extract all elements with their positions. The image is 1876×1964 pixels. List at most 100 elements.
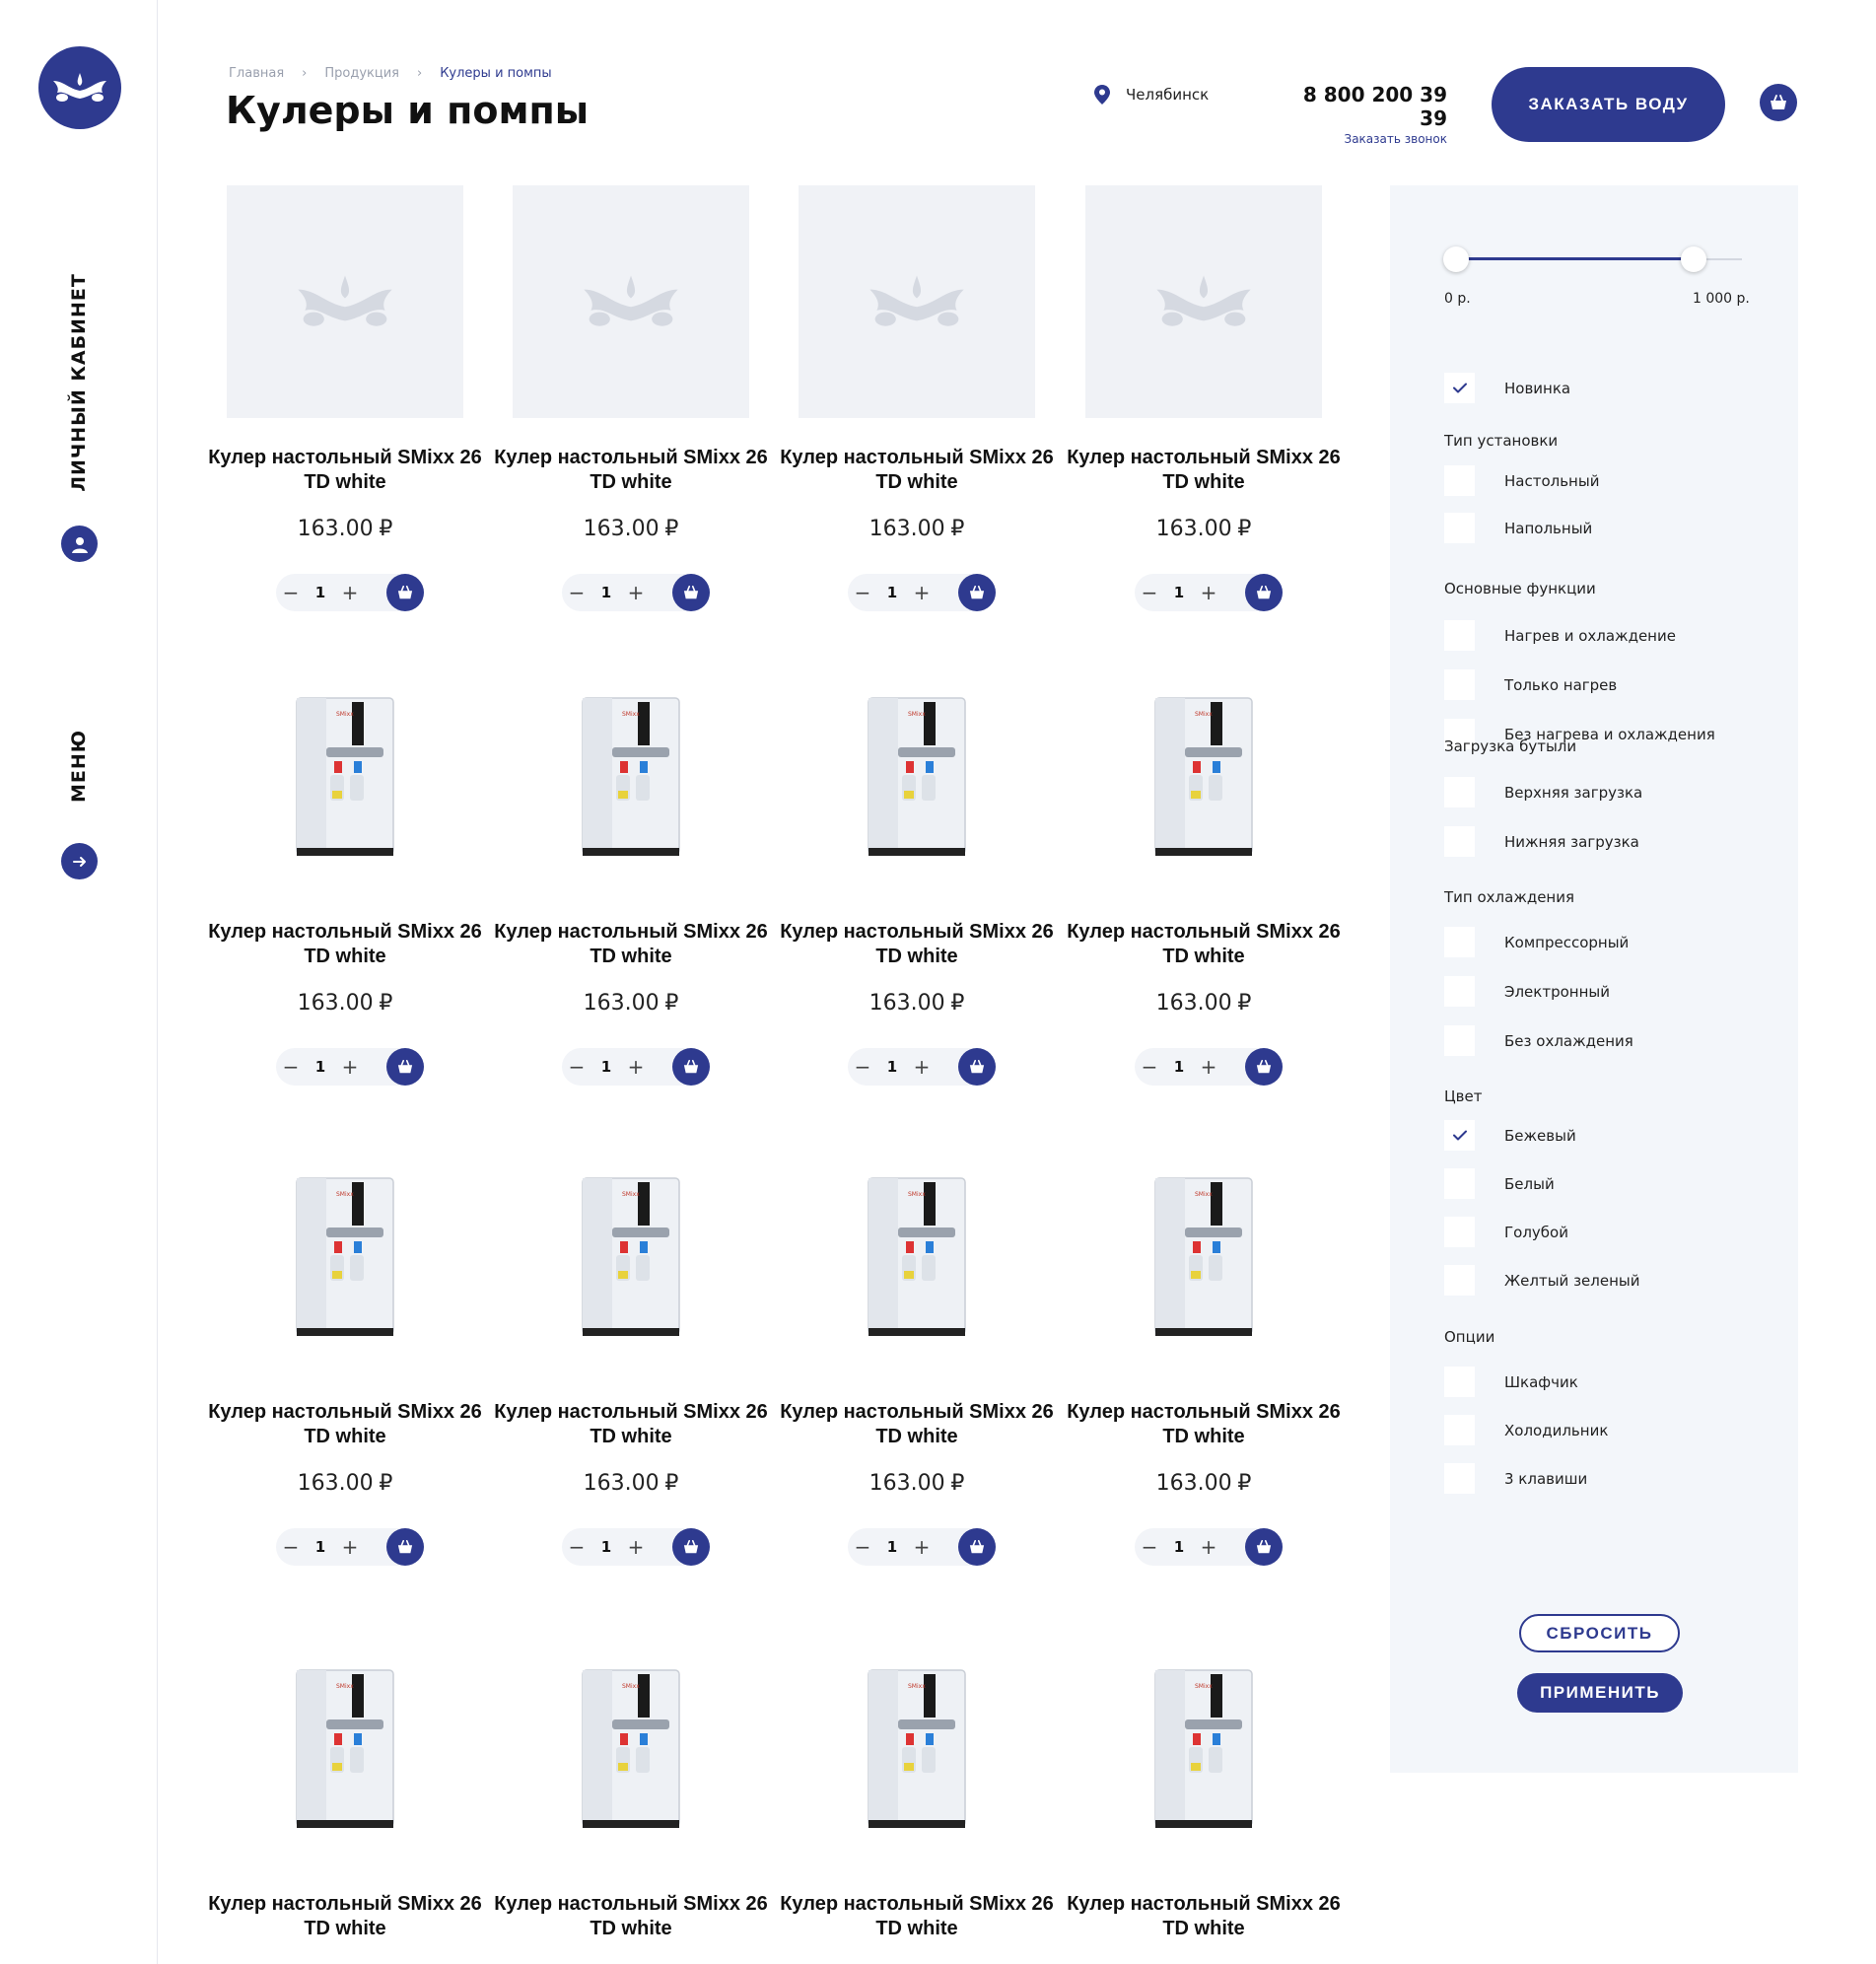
increase-quantity-button[interactable]: + bbox=[907, 574, 937, 611]
filter-option[interactable]: 3 клавиши bbox=[1444, 1463, 1587, 1494]
product-image[interactable]: SMixx bbox=[513, 660, 749, 892]
filter-option[interactable]: Новинка bbox=[1444, 373, 1570, 403]
filter-option[interactable]: Нагрев и охлаждение bbox=[1444, 620, 1676, 651]
breadcrumb-products[interactable]: Продукция bbox=[324, 66, 399, 81]
increase-quantity-button[interactable]: + bbox=[1194, 1528, 1223, 1566]
filter-checkbox[interactable] bbox=[1444, 1367, 1475, 1397]
decrease-quantity-button[interactable]: − bbox=[1135, 1048, 1164, 1086]
filter-option[interactable]: Бежевый bbox=[1444, 1120, 1576, 1151]
product-image[interactable] bbox=[513, 185, 749, 418]
decrease-quantity-button[interactable]: − bbox=[562, 1528, 591, 1566]
add-to-cart-button[interactable] bbox=[672, 1528, 710, 1566]
filter-checkbox[interactable] bbox=[1444, 1265, 1475, 1296]
decrease-quantity-button[interactable]: − bbox=[276, 574, 306, 611]
increase-quantity-button[interactable]: + bbox=[621, 1528, 651, 1566]
filter-checkbox[interactable] bbox=[1444, 1120, 1475, 1151]
product-image[interactable] bbox=[227, 185, 463, 418]
filter-option[interactable]: Голубой bbox=[1444, 1217, 1568, 1247]
product-name[interactable]: Кулер настольный SMixx 26 TD white bbox=[207, 1400, 483, 1449]
product-image[interactable]: SMixx bbox=[1085, 1632, 1322, 1864]
decrease-quantity-button[interactable]: − bbox=[562, 1048, 591, 1086]
filter-checkbox[interactable] bbox=[1444, 373, 1475, 403]
apply-filters-button[interactable]: ПРИМЕНИТЬ bbox=[1517, 1673, 1683, 1713]
decrease-quantity-button[interactable]: − bbox=[848, 574, 877, 611]
increase-quantity-button[interactable]: + bbox=[907, 1048, 937, 1086]
product-name[interactable]: Кулер настольный SMixx 26 TD white bbox=[207, 446, 483, 495]
decrease-quantity-button[interactable]: − bbox=[848, 1048, 877, 1086]
filter-checkbox[interactable] bbox=[1444, 620, 1475, 651]
product-image[interactable]: SMixx bbox=[799, 1140, 1035, 1372]
product-name[interactable]: Кулер настольный SMixx 26 TD white bbox=[779, 920, 1055, 969]
product-name[interactable]: Кулер настольный SMixx 26 TD white bbox=[779, 446, 1055, 495]
product-image[interactable] bbox=[799, 185, 1035, 418]
filter-checkbox[interactable] bbox=[1444, 1217, 1475, 1247]
filter-option[interactable]: Белый bbox=[1444, 1168, 1555, 1199]
add-to-cart-button[interactable] bbox=[386, 574, 424, 611]
filter-checkbox[interactable] bbox=[1444, 669, 1475, 700]
add-to-cart-button[interactable] bbox=[958, 1528, 996, 1566]
account-link[interactable]: ЛИЧНЫЙ КАБИНЕТ bbox=[68, 273, 90, 492]
filter-option[interactable]: Настольный bbox=[1444, 465, 1599, 496]
product-name[interactable]: Кулер настольный SMixx 26 TD white bbox=[1066, 1400, 1342, 1449]
product-image[interactable]: SMixx bbox=[227, 1632, 463, 1864]
product-image[interactable] bbox=[1085, 185, 1322, 418]
decrease-quantity-button[interactable]: − bbox=[276, 1528, 306, 1566]
product-name[interactable]: Кулер настольный SMixx 26 TD white bbox=[1066, 920, 1342, 969]
add-to-cart-button[interactable] bbox=[958, 574, 996, 611]
increase-quantity-button[interactable]: + bbox=[907, 1528, 937, 1566]
price-slider-min-handle[interactable] bbox=[1443, 246, 1469, 272]
filter-checkbox[interactable] bbox=[1444, 826, 1475, 857]
filter-option[interactable]: Верхняя загрузка bbox=[1444, 777, 1642, 807]
decrease-quantity-button[interactable]: − bbox=[562, 574, 591, 611]
increase-quantity-button[interactable]: + bbox=[621, 1048, 651, 1086]
product-name[interactable]: Кулер настольный SMixx 26 TD white bbox=[207, 1892, 483, 1941]
add-to-cart-button[interactable] bbox=[1245, 1528, 1283, 1566]
filter-option[interactable]: Нижняя загрузка bbox=[1444, 826, 1639, 857]
price-slider-max-handle[interactable] bbox=[1680, 246, 1706, 272]
filter-option[interactable]: Шкафчик bbox=[1444, 1367, 1578, 1397]
callback-link[interactable]: Заказать звонок bbox=[1282, 132, 1448, 146]
product-name[interactable]: Кулер настольный SMixx 26 TD white bbox=[779, 1400, 1055, 1449]
add-to-cart-button[interactable] bbox=[958, 1048, 996, 1086]
header-cart-button[interactable] bbox=[1760, 84, 1797, 121]
product-image[interactable]: SMixx bbox=[1085, 1140, 1322, 1372]
filter-checkbox[interactable] bbox=[1444, 976, 1475, 1007]
decrease-quantity-button[interactable]: − bbox=[848, 1528, 877, 1566]
filter-option[interactable]: Без охлаждения bbox=[1444, 1025, 1633, 1056]
filter-option[interactable]: Только нагрев bbox=[1444, 669, 1617, 700]
filter-checkbox[interactable] bbox=[1444, 1463, 1475, 1494]
add-to-cart-button[interactable] bbox=[386, 1048, 424, 1086]
phone-number[interactable]: 8 800 200 39 39 bbox=[1282, 83, 1447, 130]
decrease-quantity-button[interactable]: − bbox=[1135, 1528, 1164, 1566]
product-image[interactable]: SMixx bbox=[799, 660, 1035, 892]
product-name[interactable]: Кулер настольный SMixx 26 TD white bbox=[1066, 1892, 1342, 1941]
order-water-button[interactable]: ЗАКАЗАТЬ ВОДУ bbox=[1492, 67, 1725, 142]
product-name[interactable]: Кулер настольный SMixx 26 TD white bbox=[1066, 446, 1342, 495]
breadcrumb-home[interactable]: Главная bbox=[229, 66, 284, 81]
filter-option[interactable]: Электронный bbox=[1444, 976, 1610, 1007]
increase-quantity-button[interactable]: + bbox=[1194, 574, 1223, 611]
product-image[interactable]: SMixx bbox=[513, 1140, 749, 1372]
filter-checkbox[interactable] bbox=[1444, 513, 1475, 543]
decrease-quantity-button[interactable]: − bbox=[276, 1048, 306, 1086]
filter-checkbox[interactable] bbox=[1444, 777, 1475, 807]
add-to-cart-button[interactable] bbox=[386, 1528, 424, 1566]
menu-button[interactable] bbox=[61, 843, 98, 879]
filter-option[interactable]: Желтый зеленый bbox=[1444, 1265, 1640, 1296]
filter-checkbox[interactable] bbox=[1444, 927, 1475, 957]
increase-quantity-button[interactable]: + bbox=[335, 1048, 365, 1086]
filter-checkbox[interactable] bbox=[1444, 1168, 1475, 1199]
product-image[interactable]: SMixx bbox=[227, 660, 463, 892]
filter-checkbox[interactable] bbox=[1444, 465, 1475, 496]
product-name[interactable]: Кулер настольный SMixx 26 TD white bbox=[493, 1400, 769, 1449]
product-name[interactable]: Кулер настольный SMixx 26 TD white bbox=[493, 920, 769, 969]
increase-quantity-button[interactable]: + bbox=[621, 574, 651, 611]
menu-link[interactable]: МЕНЮ bbox=[68, 730, 90, 803]
increase-quantity-button[interactable]: + bbox=[335, 1528, 365, 1566]
add-to-cart-button[interactable] bbox=[672, 1048, 710, 1086]
filter-checkbox[interactable] bbox=[1444, 1415, 1475, 1445]
logo[interactable] bbox=[38, 46, 121, 129]
product-image[interactable]: SMixx bbox=[513, 1632, 749, 1864]
product-name[interactable]: Кулер настольный SMixx 26 TD white bbox=[779, 1892, 1055, 1941]
filter-option[interactable]: Компрессорный bbox=[1444, 927, 1629, 957]
